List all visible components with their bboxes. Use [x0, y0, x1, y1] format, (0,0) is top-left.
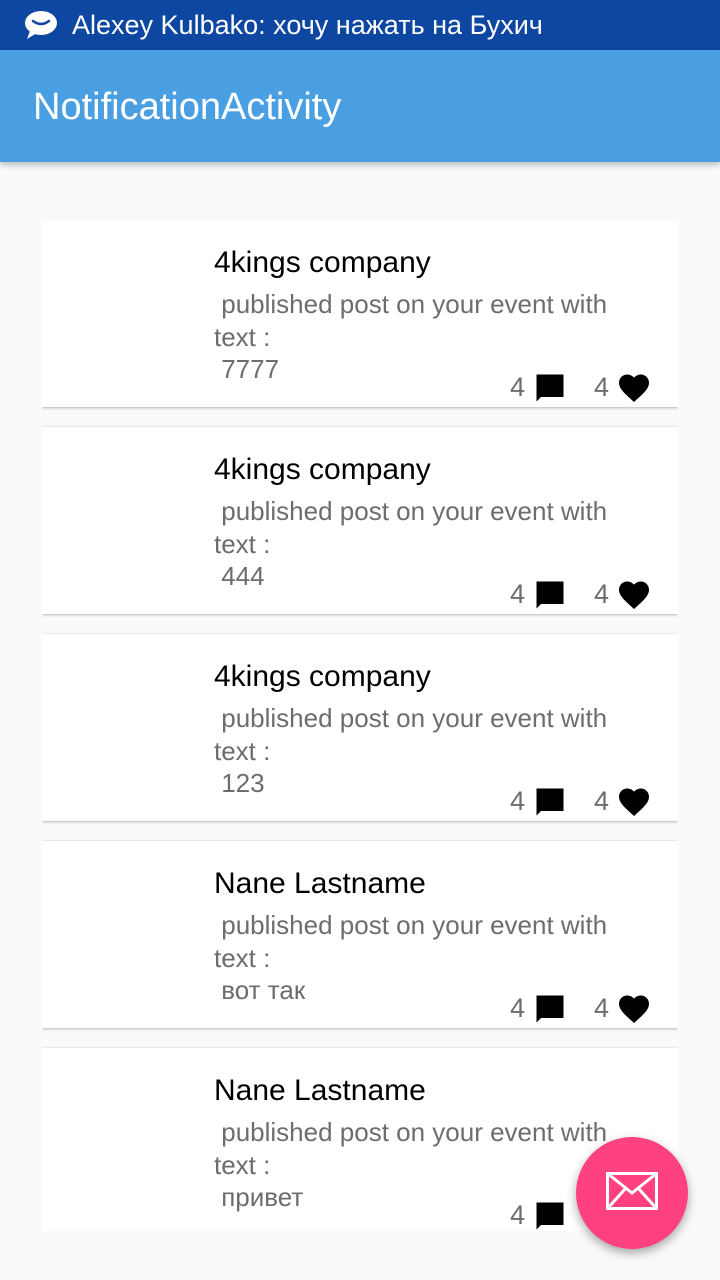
notification-action-text: published post on your event with text : — [214, 496, 615, 559]
compose-message-fab[interactable] — [576, 1137, 688, 1249]
heart-icon[interactable] — [616, 784, 652, 825]
avatar — [58, 1064, 198, 1214]
comment-count: 4 — [510, 579, 526, 609]
heart-icon[interactable] — [616, 991, 652, 1032]
comment-count: 4 — [510, 1200, 526, 1230]
like-count: 4 — [594, 993, 610, 1023]
chat-bubble-icon — [24, 8, 58, 42]
notification-card[interactable]: 4kings company published post on your ev… — [42, 427, 678, 614]
notification-card[interactable]: Nane Lastname published post on your eve… — [42, 841, 678, 1028]
comment-count: 4 — [510, 372, 526, 402]
post-text: 7777 — [214, 354, 280, 384]
author-name: 4kings company — [214, 660, 431, 693]
app-bar: NotificationActivity — [0, 50, 720, 162]
post-text: 123 — [214, 768, 265, 798]
notification-card[interactable]: 4kings company published post on your ev… — [42, 220, 678, 407]
page-title: NotificationActivity — [33, 86, 342, 128]
author-name: Nane Lastname — [214, 867, 426, 900]
avatar — [58, 650, 198, 800]
comment-icon[interactable] — [532, 784, 568, 825]
heart-icon[interactable] — [616, 577, 652, 618]
notification-ticker-text: Alexey Kulbako: хочу нажать на Бухич — [72, 9, 543, 40]
comment-icon[interactable] — [532, 1198, 568, 1231]
status-bar: Alexey Kulbako: хочу нажать на Бухич — [0, 0, 720, 50]
post-text: вот так — [214, 975, 306, 1005]
notification-list-container[interactable]: 4kings company published post on your ev… — [0, 162, 720, 1280]
comment-icon[interactable] — [532, 577, 568, 618]
like-count: 4 — [594, 786, 610, 816]
avatar — [58, 236, 198, 386]
author-name: Nane Lastname — [214, 1074, 426, 1107]
avatar — [58, 443, 198, 593]
heart-icon[interactable] — [616, 370, 652, 411]
notification-action-text: published post on your event with text : — [214, 910, 615, 973]
notification-action-text: published post on your event with text : — [214, 289, 615, 352]
like-count: 4 — [594, 579, 610, 609]
notification-action-text: published post on your event with text : — [214, 703, 615, 766]
author-name: 4kings company — [214, 453, 431, 486]
avatar — [58, 857, 198, 1007]
comment-icon[interactable] — [532, 991, 568, 1032]
mail-icon — [606, 1171, 658, 1215]
comment-count: 4 — [510, 993, 526, 1023]
post-text: 444 — [214, 561, 265, 591]
like-count: 4 — [594, 372, 610, 402]
post-text: привет — [214, 1182, 304, 1212]
comment-icon[interactable] — [532, 370, 568, 411]
notification-card[interactable]: 4kings company published post on your ev… — [42, 634, 678, 821]
author-name: 4kings company — [214, 246, 431, 279]
notification-list[interactable]: 4kings company published post on your ev… — [42, 220, 678, 1231]
comment-count: 4 — [510, 786, 526, 816]
